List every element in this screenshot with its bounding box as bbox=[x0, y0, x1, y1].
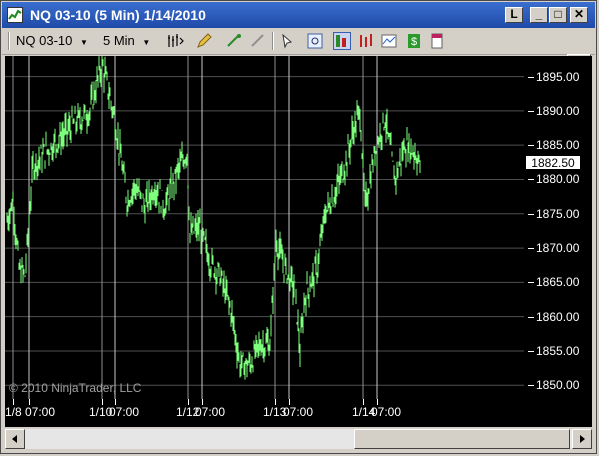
x-tick bbox=[289, 399, 290, 405]
chart-properties-icon[interactable] bbox=[357, 32, 375, 50]
horizontal-scrollbar[interactable] bbox=[5, 429, 592, 449]
magnify-icon[interactable] bbox=[306, 32, 324, 50]
x-tick bbox=[115, 399, 116, 405]
x-tick-label: 1/8 bbox=[5, 405, 22, 419]
indicators-icon[interactable] bbox=[380, 32, 398, 50]
chevron-down-icon: ▼ bbox=[80, 38, 88, 47]
x-tick-label: 07:00 bbox=[283, 405, 314, 419]
x-tick bbox=[29, 399, 30, 405]
price-chart-panel[interactable]: © 2010 NinjaTrader, LLC bbox=[5, 56, 524, 399]
y-tick bbox=[528, 282, 534, 284]
price-axis[interactable]: 1882.50 1895.00 1890.00 1885.00 1880.00 1875… bbox=[524, 56, 592, 399]
y-tick-label: 1870.00 bbox=[536, 241, 580, 256]
data-box-icon[interactable] bbox=[333, 32, 351, 50]
y-tick-label: 1880.00 bbox=[536, 172, 580, 187]
window-title: NQ 03-10 (5 Min) 1/14/2010 bbox=[30, 7, 206, 23]
x-tick bbox=[275, 399, 276, 405]
svg-text:$: $ bbox=[411, 36, 417, 48]
x-tick bbox=[377, 399, 378, 405]
y-tick bbox=[528, 145, 534, 147]
maximize-button[interactable]: □ bbox=[549, 7, 567, 23]
close-button[interactable]: ✕ bbox=[570, 7, 588, 23]
interval-label: 5 Min bbox=[103, 33, 135, 48]
order-bar-icon[interactable] bbox=[428, 32, 446, 50]
y-tick-label: 1895.00 bbox=[536, 69, 580, 84]
x-tick-label: 07:00 bbox=[109, 405, 140, 419]
crosshair-icon[interactable] bbox=[225, 32, 243, 50]
x-tick bbox=[202, 399, 203, 405]
toolbar-separator bbox=[272, 32, 274, 50]
cursor-icon[interactable] bbox=[279, 32, 297, 50]
y-tick bbox=[528, 350, 534, 352]
y-tick bbox=[528, 179, 534, 181]
chart-app-icon bbox=[7, 7, 23, 23]
y-tick-label: 1850.00 bbox=[536, 378, 580, 393]
y-tick bbox=[528, 248, 534, 250]
last-price-marker: 1882.50 bbox=[525, 155, 581, 171]
y-tick-label: 1860.00 bbox=[536, 309, 580, 324]
link-button[interactable]: L bbox=[505, 7, 523, 23]
chevron-down-icon: ▼ bbox=[142, 38, 151, 47]
y-tick-label: 1875.00 bbox=[536, 206, 580, 221]
interval-selector[interactable]: 5 Min ▼ bbox=[103, 31, 150, 51]
y-tick-label: 1890.00 bbox=[536, 103, 580, 118]
price-chart-svg[interactable] bbox=[5, 56, 524, 399]
x-tick bbox=[363, 399, 364, 405]
y-tick bbox=[528, 385, 534, 387]
y-tick bbox=[528, 213, 534, 215]
strategies-icon[interactable]: $ bbox=[405, 32, 423, 50]
y-tick-label: 1855.00 bbox=[536, 343, 580, 358]
scroll-right-button[interactable] bbox=[572, 429, 592, 449]
instrument-label: NQ 03-10 bbox=[16, 33, 73, 48]
chart-toolbar: NQ 03-10 ▼ 5 Min ▼ $ bbox=[2, 28, 595, 55]
x-tick-label: 07:00 bbox=[371, 405, 402, 419]
y-tick-label: 1865.00 bbox=[536, 275, 580, 290]
minimize-button[interactable]: _ bbox=[530, 7, 548, 23]
copyright-label: © 2010 NinjaTrader, LLC bbox=[9, 381, 142, 395]
y-tick bbox=[528, 316, 534, 318]
instrument-selector[interactable]: NQ 03-10 ▼ bbox=[16, 31, 88, 51]
x-tick bbox=[13, 399, 14, 405]
bar-type-icon[interactable] bbox=[166, 32, 184, 50]
x-tick bbox=[188, 399, 189, 405]
scrollbar-thumb[interactable] bbox=[354, 429, 570, 449]
zoom-out-icon[interactable] bbox=[249, 32, 267, 50]
title-bar[interactable]: NQ 03-10 (5 Min) 1/14/2010 L _ □ ✕ bbox=[2, 2, 595, 28]
x-tick bbox=[102, 399, 103, 405]
time-axis[interactable]: 1/8 07:00 1/10 07:00 1/12 07:00 1/13 07:00 1/14 0… bbox=[5, 399, 592, 427]
chart-window: NQ 03-10 (5 Min) 1/14/2010 L _ □ ✕ NQ 03… bbox=[0, 0, 597, 454]
x-tick-label: 07:00 bbox=[195, 405, 226, 419]
scroll-left-button[interactable] bbox=[5, 429, 25, 449]
x-tick-label: 07:00 bbox=[25, 405, 56, 419]
toolbar-separator bbox=[8, 32, 10, 50]
y-tick bbox=[528, 110, 534, 112]
y-tick-label: 1885.00 bbox=[536, 138, 580, 153]
y-tick bbox=[528, 76, 534, 78]
pencil-icon[interactable] bbox=[195, 32, 213, 50]
